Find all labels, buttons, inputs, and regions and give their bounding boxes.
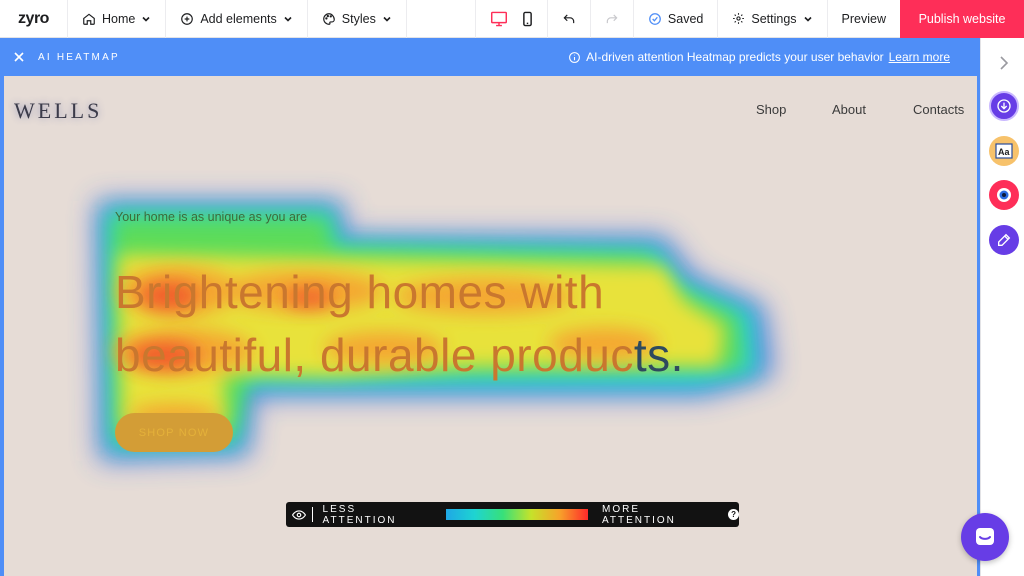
nav-about[interactable]: About: [832, 102, 866, 117]
learn-more-link[interactable]: Learn more: [889, 50, 950, 64]
preview-button[interactable]: Preview: [828, 0, 900, 38]
headline-line-2-main: beautiful, durable produc: [115, 329, 634, 381]
nav-contacts[interactable]: Contacts: [913, 102, 964, 117]
home-icon: [83, 13, 95, 25]
heatmap-banner: AI HEATMAP AI-driven attention Heatmap p…: [0, 38, 980, 76]
device-switcher: [474, 0, 548, 38]
chevron-down-icon: [284, 16, 292, 22]
import-button[interactable]: [989, 91, 1019, 121]
nav-shop[interactable]: Shop: [756, 102, 786, 117]
add-elements-dropdown[interactable]: Add elements: [166, 0, 308, 38]
desktop-icon[interactable]: [490, 11, 508, 27]
undo-icon: [563, 14, 575, 23]
palette-icon: [323, 12, 335, 25]
legend-divider: [311, 507, 313, 522]
close-heatmap-button[interactable]: [0, 38, 38, 76]
eye-icon: [291, 509, 306, 520]
hero-headline: Brightening homes with beautiful, durabl…: [115, 261, 815, 387]
chevron-down-icon: [142, 16, 150, 22]
website-canvas[interactable]: WELLS Shop About Contacts Your home is a…: [0, 76, 980, 576]
edit-icon: [998, 233, 1011, 246]
headline-line-2: beautiful, durable products.: [115, 324, 815, 387]
chat-launcher-button[interactable]: [961, 513, 1009, 561]
less-attention-label: LESS ATTENTION: [322, 503, 397, 526]
headline-line-1: Brightening homes with: [115, 266, 605, 318]
styles-dropdown[interactable]: Styles: [308, 0, 407, 38]
typography-button[interactable]: Aa: [989, 136, 1019, 166]
mobile-icon[interactable]: [522, 11, 533, 27]
heatmap-eye-icon: [997, 188, 1011, 202]
close-icon: [14, 52, 24, 62]
more-attention-label: MORE ATTENTION: [601, 503, 676, 526]
heatmap-title: AI HEATMAP: [38, 51, 120, 63]
heatmap-button[interactable]: [989, 180, 1019, 210]
headline-line-2-end: ts.: [633, 329, 684, 381]
add-elements-label: Add elements: [200, 11, 277, 26]
publish-website-button[interactable]: Publish website: [900, 0, 1024, 38]
help-icon[interactable]: ?: [728, 509, 739, 520]
undo-button[interactable]: [548, 0, 591, 38]
heatmap-info: AI-driven attention Heatmap predicts you…: [568, 50, 950, 64]
top-toolbar: zyro Home Add elements Styles Saved Sett…: [0, 0, 1024, 38]
svg-text:Aa: Aa: [998, 147, 1010, 157]
redo-icon: [606, 14, 618, 23]
check-circle-icon: [649, 12, 661, 25]
edit-button[interactable]: [989, 225, 1019, 255]
saved-status: Saved: [634, 0, 719, 38]
heatmap-info-text: AI-driven attention Heatmap predicts you…: [586, 50, 884, 64]
plus-circle-icon: [181, 12, 194, 25]
saved-label: Saved: [667, 11, 704, 26]
settings-label: Settings: [751, 11, 797, 26]
site-logo[interactable]: WELLS: [14, 98, 102, 124]
right-sidebar: Aa: [980, 38, 1024, 576]
hero-tagline: Your home is as unique as you are: [115, 210, 308, 224]
info-icon: [569, 51, 581, 63]
attention-gradient-bar: [446, 509, 588, 520]
chevron-right-icon: [1000, 56, 1009, 70]
chevron-down-icon: [383, 16, 391, 22]
home-label: Home: [102, 11, 136, 26]
typography-icon: Aa: [995, 143, 1013, 159]
styles-label: Styles: [341, 11, 376, 26]
attention-legend: LESS ATTENTION MORE ATTENTION ?: [286, 502, 739, 527]
home-page-dropdown[interactable]: Home: [68, 0, 167, 38]
gear-icon: [733, 13, 745, 24]
collapse-sidebar-button[interactable]: [989, 48, 1019, 78]
shop-now-button[interactable]: SHOP NOW: [115, 413, 233, 452]
chevron-down-icon: [803, 16, 812, 22]
settings-dropdown[interactable]: Settings: [718, 0, 828, 38]
chat-icon: [976, 528, 994, 545]
redo-button[interactable]: [591, 0, 634, 38]
download-icon: [997, 99, 1011, 113]
zyro-logo[interactable]: zyro: [0, 0, 68, 38]
eye-toggle[interactable]: [286, 509, 312, 520]
